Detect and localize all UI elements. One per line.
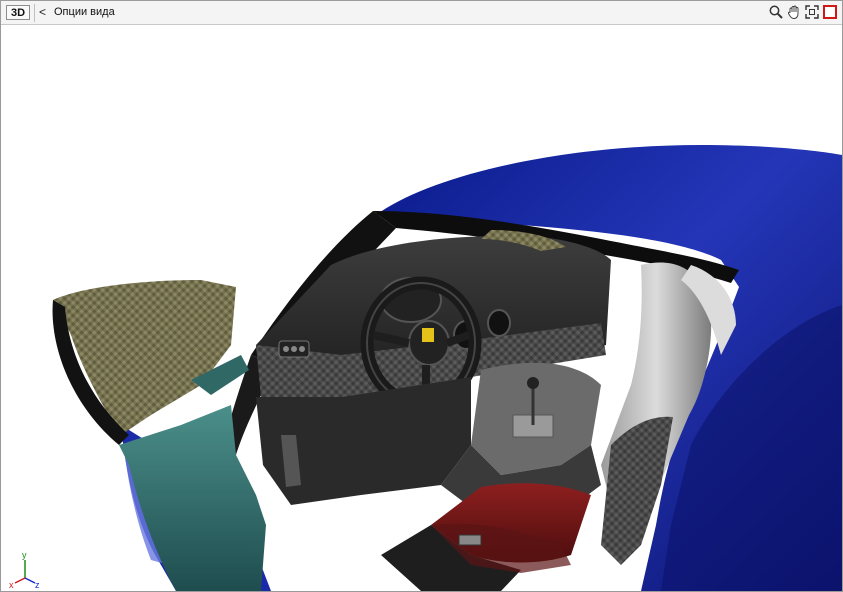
3d-viewport[interactable]: y z x — [1, 25, 842, 591]
z-axis-label: z — [35, 580, 40, 590]
stop-icon[interactable] — [822, 4, 838, 20]
viewer-window: 3D < Опции вида y z x — [0, 0, 843, 592]
y-axis-label: y — [22, 550, 27, 560]
fit-view-icon[interactable] — [804, 4, 820, 20]
back-arrow-button[interactable]: < — [39, 6, 46, 19]
zoom-icon[interactable] — [768, 4, 784, 20]
toolbar-separator — [34, 4, 35, 22]
toolbar-tools — [768, 4, 838, 20]
pan-hand-icon[interactable] — [786, 4, 802, 20]
car-interior-model — [52, 145, 842, 591]
axis-triad: y z x — [9, 550, 40, 590]
view-options-menu[interactable]: Опции вида — [54, 6, 115, 19]
3d-mode-button[interactable]: 3D — [6, 5, 30, 20]
x-axis-label: x — [9, 580, 14, 590]
toolbar: 3D < Опции вида — [1, 1, 842, 25]
